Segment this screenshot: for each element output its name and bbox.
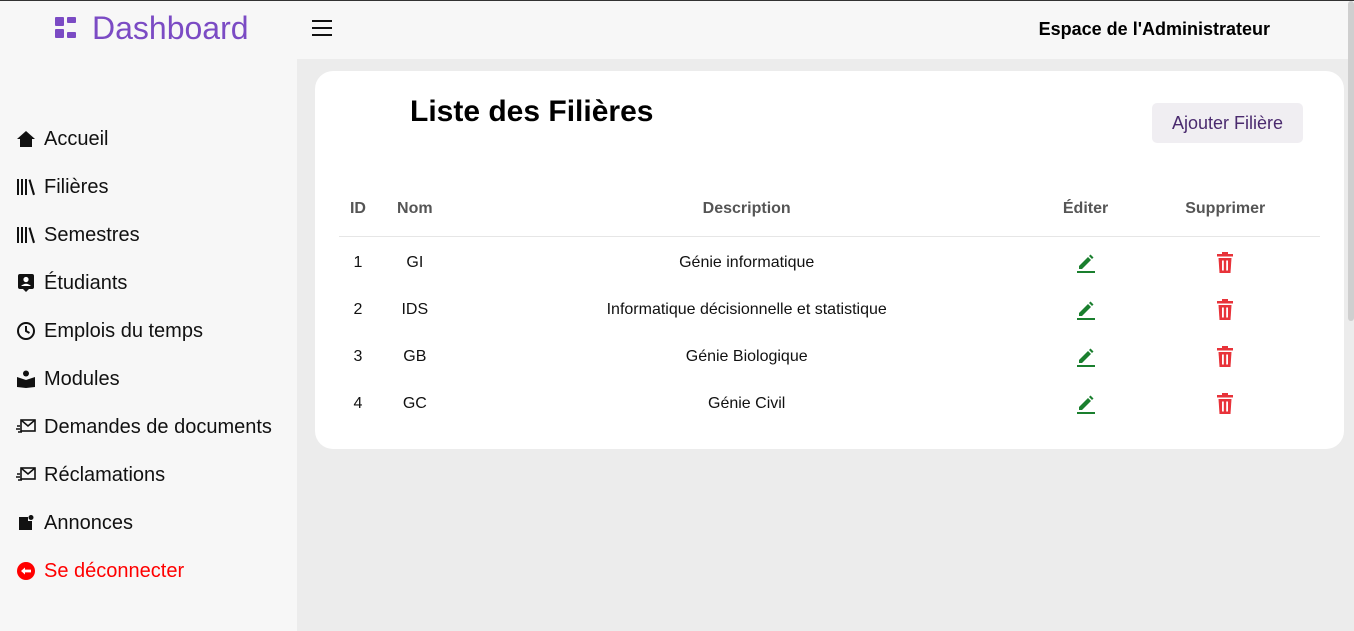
hamburger-menu-icon[interactable] [312,20,332,36]
table-row: 4 GC Génie Civil [339,380,1320,427]
mail-send-icon [16,465,36,485]
sidebar-item-semestres[interactable]: Semestres [16,211,272,259]
column-header-nom: Nom [376,181,453,237]
pencil-icon[interactable] [1076,252,1096,274]
trash-icon[interactable] [1216,392,1234,415]
brand[interactable]: Dashboard [55,10,249,46]
table-row: 2 IDS Informatique décisionnelle et stat… [339,286,1320,333]
top-bar: Espace de l'Administrateur [297,1,1354,59]
cell-nom: IDS [401,300,429,318]
dashboard-grid-icon [55,17,77,39]
pencil-icon[interactable] [1076,299,1096,321]
add-filiere-button[interactable]: Ajouter Filière [1152,103,1303,143]
book-reader-icon [16,369,36,389]
header-title: Espace de l'Administrateur [1038,19,1270,39]
cell-nom: GC [402,394,427,412]
sidebar-item-filieres[interactable]: Filières [16,163,272,211]
column-header-id: ID [339,181,377,237]
mail-send-icon [16,417,36,437]
sidebar-item-accueil[interactable]: Accueil [16,115,272,163]
sidebar-item-label: Réclamations [44,463,166,486]
library-icon [16,177,36,197]
sidebar: Dashboard Accueil Filières Semestres Étu… [0,1,297,631]
cell-id: 1 [353,253,363,271]
sidebar-item-demandes[interactable]: Demandes de documents [16,403,272,451]
logout-icon [16,561,36,581]
student-badge-icon [16,273,36,293]
filieres-card: Liste des Filières Ajouter Filière ID No… [315,71,1344,449]
sidebar-item-label: Semestres [44,223,140,246]
sidebar-item-modules[interactable]: Modules [16,355,272,403]
library-icon [16,225,36,245]
sidebar-item-label: Accueil [44,127,109,150]
sidebar-item-label: Emplois du temps [44,319,203,342]
cell-description: Génie Civil [708,394,786,412]
sidebar-nav: Accueil Filières Semestres Étudiants Emp… [16,115,272,595]
pencil-icon[interactable] [1076,346,1096,368]
column-header-editer: Éditer [1040,181,1131,237]
cell-nom: GI [406,253,424,271]
home-icon [16,129,36,149]
sidebar-item-label: Modules [44,367,120,390]
cell-id: 2 [353,300,363,318]
cell-nom: GB [403,347,427,365]
cell-id: 3 [353,347,363,365]
trash-icon[interactable] [1216,345,1234,368]
sidebar-item-label: Se déconnecter [44,559,185,582]
sidebar-item-label: Étudiants [44,271,128,294]
sidebar-item-logout[interactable]: Se déconnecter [16,547,272,595]
sidebar-item-etudiants[interactable]: Étudiants [16,259,272,307]
sidebar-item-label: Annonces [44,511,133,534]
sidebar-item-annonces[interactable]: Annonces [16,499,272,547]
table-header-row: ID Nom Description Éditer Supprimer [339,181,1320,237]
column-header-description: Description [452,181,1041,237]
sidebar-item-reclamations[interactable]: Réclamations [16,451,272,499]
brand-title: Dashboard [92,9,249,46]
sidebar-item-label: Demandes de documents [44,415,272,438]
table-row: 3 GB Génie Biologique [339,333,1320,380]
cell-description: Génie informatique [679,253,815,271]
sidebar-item-emplois[interactable]: Emplois du temps [16,307,272,355]
column-header-supprimer: Supprimer [1130,181,1320,237]
table-row: 1 GI Génie informatique [339,237,1320,287]
trash-icon[interactable] [1216,298,1234,321]
announcement-icon [16,513,36,533]
page-title: Liste des Filières [410,95,654,128]
cell-id: 4 [353,394,363,412]
sidebar-item-label: Filières [44,175,109,198]
scrollbar[interactable] [1348,1,1354,321]
trash-icon[interactable] [1216,251,1234,274]
cell-description: Génie Biologique [685,347,808,365]
filieres-table: ID Nom Description Éditer Supprimer 1 GI… [339,181,1320,427]
cell-description: Informatique décisionnelle et statistiqu… [606,300,887,318]
clock-icon [16,321,36,341]
pencil-icon[interactable] [1076,393,1096,415]
